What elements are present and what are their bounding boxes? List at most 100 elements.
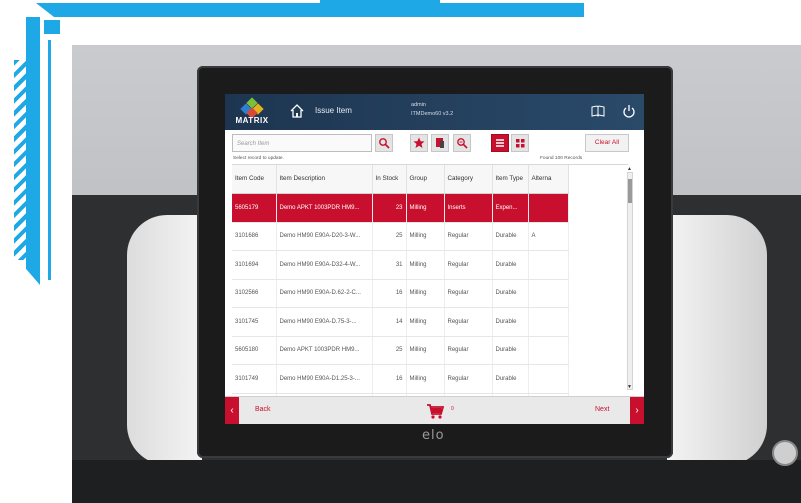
cart-count: 0	[451, 406, 454, 412]
column-header[interactable]: Item Code	[232, 165, 277, 194]
table-row[interactable]: 3101745 Demo HM90 E90A-D.75-3-... 14 Millin…	[232, 307, 569, 337]
kiosk-base	[72, 460, 801, 503]
search-icon	[379, 138, 390, 149]
scroll-thumb[interactable]	[628, 179, 632, 203]
cube-logo-icon	[240, 97, 264, 119]
table-cell-code: 3101694	[232, 250, 277, 280]
table-row[interactable]: 5605180 Demo APKT 1003PDR HM9... 25 Milling…	[232, 336, 569, 365]
table-cell-stock: 31	[372, 250, 407, 280]
favorites-button[interactable]	[410, 134, 428, 152]
table-cell-desc: Demo HM90 E90A-D.75-3-...	[276, 307, 373, 337]
table-cell-category: Inserts	[444, 193, 493, 223]
table-cell-alt	[528, 279, 569, 308]
back-button[interactable]: Back	[255, 406, 271, 413]
database-name: ITMDemo60 v3.2	[411, 111, 454, 117]
table-cell-type: Durable	[492, 307, 529, 337]
table-cell-stock: 16	[372, 364, 407, 394]
table-cell-type: Durable	[492, 250, 529, 280]
frame-corner-stub	[44, 20, 60, 34]
table-cell-alt	[528, 307, 569, 337]
table-cell-type: Durable	[492, 222, 529, 251]
search-input[interactable]: Search Item	[232, 134, 372, 152]
kiosk-knob	[772, 440, 798, 466]
table-cell-code: 3101686	[232, 222, 277, 251]
next-arrow-icon[interactable]: ›	[630, 397, 644, 424]
table-cell-desc: Demo APKT 1003PDR HM9...	[276, 336, 373, 365]
table-cell-category: Regular	[444, 222, 493, 251]
table-cell-code: 3101745	[232, 307, 277, 337]
table-cell-code: 3101749	[232, 364, 277, 394]
table-cell-type: Expen...	[492, 193, 529, 223]
frame-left-bar	[26, 17, 40, 285]
table-scrollbar[interactable]	[627, 172, 633, 390]
frame-top-bar	[36, 3, 584, 17]
table-cell-desc: Demo HM90 E90A-D.62-2-C...	[276, 279, 373, 308]
table-cell-desc: Demo HM90 E90A-D1.25-3-...	[276, 364, 373, 394]
clear-all-button[interactable]: Clear All	[585, 134, 629, 152]
frame-top-accent	[320, 0, 440, 5]
matrix-logo: MATRIX	[231, 97, 273, 127]
bookmark-button[interactable]	[431, 134, 449, 152]
items-table: Item Code Item Description In Stock Grou…	[232, 164, 628, 397]
table-cell-stock: 16	[372, 279, 407, 308]
table-cell-desc: Demo APKT 1003PDR HM9...	[276, 193, 373, 223]
table-cell-group: Milling	[406, 336, 445, 365]
user-name: admin	[411, 102, 426, 108]
select-hint: Select record to update.	[233, 156, 284, 161]
star-icon	[413, 137, 425, 148]
table-cell-group: Milling	[406, 364, 445, 394]
frame-inner-stroke	[48, 40, 75, 280]
table-row[interactable]: 3101749 Demo HM90 E90A-D1.25-3-... 16 Milli…	[232, 364, 569, 394]
table-cell-desc: Demo HM90 E90A-D20-3-W...	[276, 222, 373, 251]
zoom-search-icon	[457, 138, 468, 149]
column-header[interactable]: Item Type	[492, 165, 529, 194]
table-row[interactable]: 3101686 Demo HM90 E90A-D20-3-W... 25 Millin…	[232, 222, 569, 251]
bookmark-icon	[436, 138, 444, 148]
table-cell-code: 5605179	[232, 193, 277, 223]
elo-logo: elo	[422, 428, 445, 443]
table-row[interactable]: 3101694 Demo HM90 E90A-D32-4-W... 31 Millin…	[232, 250, 569, 280]
table-cell-type: Durable	[492, 364, 529, 394]
grid-view-icon	[516, 139, 525, 148]
table-cell-stock: 25	[372, 336, 407, 365]
logo-text: MATRIX	[235, 116, 269, 125]
power-icon[interactable]	[622, 104, 636, 118]
column-header[interactable]: In Stock	[372, 165, 407, 194]
table-cell-stock: 23	[372, 193, 407, 223]
next-button[interactable]: Next	[595, 406, 609, 413]
table-cell-code: 3102566	[232, 279, 277, 308]
grid-view-button[interactable]	[511, 134, 529, 152]
column-header[interactable]: Category	[444, 165, 493, 194]
column-header[interactable]: Item Description	[276, 165, 373, 194]
list-view-button[interactable]	[491, 134, 509, 152]
bottom-bar: ‹ Back 0 Next ›	[225, 396, 644, 424]
table-cell-alt	[528, 336, 569, 365]
table-cell-alt	[528, 250, 569, 280]
app-screen: MATRIX Issue Item admin ITMDemo60 v3.2 S…	[225, 94, 644, 424]
back-arrow-icon[interactable]: ‹	[225, 397, 239, 424]
table-cell-group: Milling	[406, 193, 445, 223]
column-header[interactable]: Group	[406, 165, 445, 194]
table-cell-group: Milling	[406, 279, 445, 308]
column-header[interactable]: Alterna	[528, 165, 569, 194]
table-cell-category: Regular	[444, 336, 493, 365]
table-cell-type: Durable	[492, 336, 529, 365]
kiosk-side-panel-right	[667, 215, 767, 465]
table-cell-type: Durable	[492, 279, 529, 308]
cart-icon[interactable]	[425, 401, 445, 421]
book-icon[interactable]	[591, 104, 605, 118]
advanced-search-button[interactable]	[453, 134, 471, 152]
table-cell-stock: 25	[372, 222, 407, 251]
kiosk-side-panel-left	[127, 215, 202, 465]
table-cell-category: Regular	[444, 250, 493, 280]
table-cell-group: Milling	[406, 307, 445, 337]
table-cell-alt	[528, 364, 569, 394]
table-cell-group: Milling	[406, 222, 445, 251]
table-cell-group: Milling	[406, 250, 445, 280]
table-cell-category: Regular	[444, 279, 493, 308]
scroll-down-icon[interactable]: ▼	[627, 384, 632, 390]
home-icon[interactable]	[289, 103, 305, 119]
table-row[interactable]: 5605179 Demo APKT 1003PDR HM9... 23 Milling…	[232, 193, 569, 223]
table-row[interactable]: 3102566 Demo HM90 E90A-D.62-2-C... 16 Milli…	[232, 279, 569, 308]
search-button[interactable]	[375, 134, 393, 152]
